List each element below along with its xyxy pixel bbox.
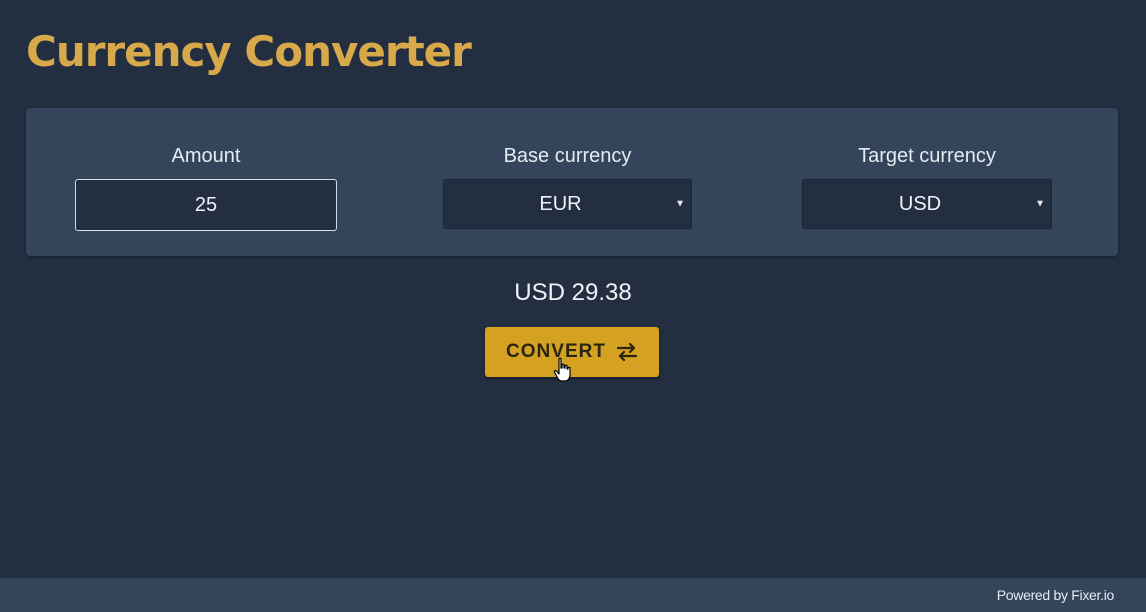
convert-button[interactable]: CONVERT — [485, 327, 659, 377]
base-currency-select[interactable]: EUR ▼ — [443, 179, 692, 229]
swap-arrows-icon — [616, 343, 638, 361]
base-currency-field-group: Base currency EUR ▼ — [443, 108, 692, 256]
target-currency-label: Target currency — [858, 145, 996, 167]
chevron-down-icon: ▼ — [675, 198, 685, 210]
amount-input[interactable] — [75, 179, 337, 231]
convert-button-label: CONVERT — [506, 341, 606, 362]
base-currency-label: Base currency — [503, 145, 632, 167]
target-currency-select[interactable]: USD ▼ — [802, 179, 1052, 229]
converter-panel: Amount Base currency EUR ▼ Target curren… — [26, 108, 1118, 256]
base-currency-value: EUR — [539, 192, 582, 215]
powered-by-text: Powered by Fixer.io — [996, 587, 1115, 603]
conversion-result: USD 29.38 — [514, 279, 632, 306]
page-title: Currency Converter — [26, 27, 472, 76]
footer: Powered by Fixer.io — [0, 578, 1146, 612]
chevron-down-icon: ▼ — [1035, 198, 1045, 210]
amount-field-group: Amount — [75, 108, 337, 256]
target-currency-value: USD — [898, 192, 942, 215]
amount-label: Amount — [171, 145, 241, 167]
target-currency-field-group: Target currency USD ▼ — [802, 108, 1052, 256]
